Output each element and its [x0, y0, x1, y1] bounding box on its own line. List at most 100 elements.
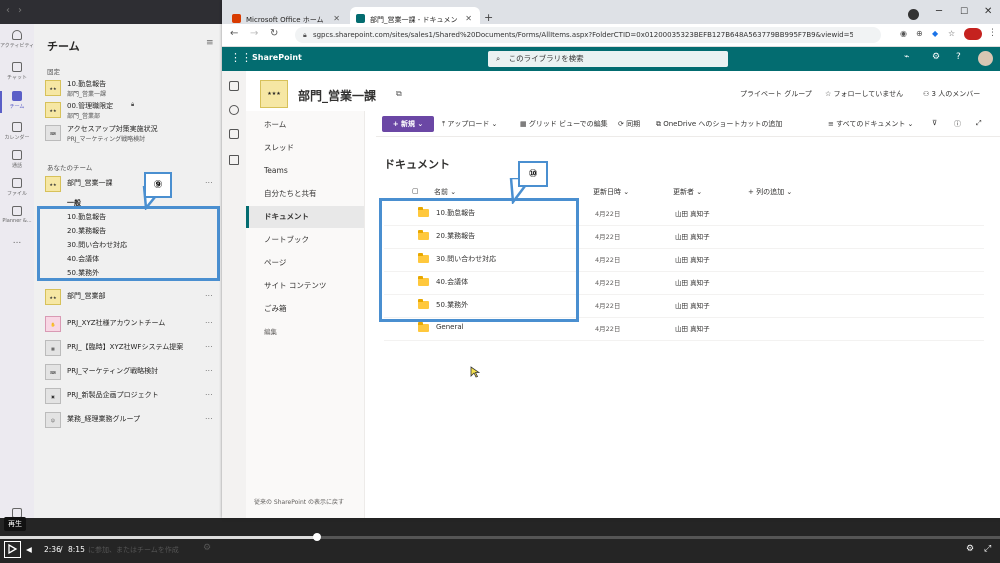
help-icon[interactable]: ?	[956, 52, 961, 62]
rail-chat[interactable]: チャット	[0, 62, 34, 81]
team-item-expanded[interactable]: ★★ 部門_営業一課 ...	[45, 174, 215, 198]
home-icon[interactable]	[229, 81, 239, 91]
forward-icon[interactable]: →	[250, 28, 258, 39]
video-player-controls	[0, 518, 1000, 563]
filter-icon[interactable]: ≡	[206, 38, 214, 48]
classic-view-link[interactable]: 従来の SharePoint の表示に戻す	[254, 497, 344, 506]
rail-more[interactable]: ...	[0, 236, 34, 246]
more-options-icon[interactable]: ...	[205, 340, 213, 349]
column-header-modified-by[interactable]: 更新者 ⌄	[673, 187, 702, 197]
filter-icon[interactable]: ⊽	[932, 119, 937, 127]
close-tab-icon[interactable]: ✕	[465, 14, 472, 23]
expand-icon[interactable]: ⤢	[976, 119, 982, 128]
menu-icon[interactable]: ⋮	[988, 28, 997, 38]
globe-icon[interactable]	[229, 105, 239, 115]
row-modified-by: 山田 真知子	[675, 279, 710, 287]
play-button[interactable]	[4, 541, 21, 558]
app-name[interactable]: SharePoint	[252, 53, 302, 62]
nav-threads[interactable]: スレッド	[246, 137, 364, 159]
app-launcher-icon[interactable]: ⋮⋮	[230, 51, 252, 64]
members-button[interactable]: ⚇ 3 人のメンバー	[923, 89, 980, 99]
view-selector[interactable]: ≡ すべてのドキュメント ⌄	[828, 119, 913, 129]
new-tab-button[interactable]: +	[484, 11, 493, 24]
extension-icon[interactable]: ◆	[932, 29, 938, 38]
nav-documents[interactable]: ドキュメント	[246, 206, 364, 228]
nav-recycle-bin[interactable]: ごみ箱	[246, 298, 364, 320]
grid-edit-button[interactable]: ▦ グリッド ビューでの編集	[520, 119, 608, 129]
rail-planner[interactable]: Planner &...	[0, 206, 34, 224]
megaphone-icon[interactable]: ⌁	[904, 52, 909, 62]
back-arrow-icon[interactable]: ‹	[6, 5, 10, 16]
maximize-icon[interactable]: ☐	[960, 7, 968, 17]
progress-knob[interactable]	[313, 533, 321, 541]
team-item[interactable]: ★★ 部門_営業部...	[45, 287, 215, 311]
bookmark-icon[interactable]: ☆	[948, 29, 955, 38]
join-or-create-team-link[interactable]: に参加、またはチームを作成	[88, 545, 179, 555]
column-header-modified[interactable]: 更新日時 ⌄	[593, 187, 629, 197]
address-bar: ← → ↻ 🔒︎ sgpcs.sharepoint.com/sites/sale…	[222, 24, 1000, 47]
pinned-item[interactable]: ★★ 00.管理職限定 部門_営業部 🔒︎	[45, 100, 215, 124]
video-progress-bar[interactable]	[0, 533, 1000, 541]
close-tab-icon[interactable]: ✕	[333, 14, 340, 23]
url-field[interactable]: 🔒︎ sgpcs.sharepoint.com/sites/sales1/Sha…	[295, 27, 881, 43]
reload-icon[interactable]: ↻	[270, 28, 278, 39]
nav-shared-with-us[interactable]: 自分たちと共有	[246, 183, 364, 205]
row-modified: 4月22日	[595, 279, 621, 287]
volume-icon[interactable]: ◀︎	[26, 545, 32, 554]
profile-badge[interactable]	[964, 28, 982, 40]
nav-site-contents[interactable]: サイト コンテンツ	[246, 275, 364, 297]
new-button[interactable]: + 新規 ⌄	[382, 116, 434, 132]
rail-calls[interactable]: 通話	[0, 150, 34, 169]
rail-calendar[interactable]: カレンダー	[0, 122, 34, 141]
search-box[interactable]: ⌕ このライブラリを検索	[488, 51, 728, 67]
more-options-icon[interactable]: ...	[205, 364, 213, 373]
nav-home[interactable]: ホーム	[246, 114, 364, 136]
nav-pages[interactable]: ページ	[246, 252, 364, 274]
avatar[interactable]	[978, 51, 993, 66]
rail-activity[interactable]: アクティビティ	[0, 30, 34, 49]
teams-link-icon[interactable]: ⧉	[396, 89, 402, 99]
nav-notebook[interactable]: ノートブック	[246, 229, 364, 251]
follow-button[interactable]: ☆ フォローしていません	[825, 89, 903, 99]
sync-button[interactable]: ⟳ 同期	[618, 119, 640, 129]
team-name: PRJ_マーケティング戦略検討	[67, 367, 159, 375]
pinned-item[interactable]: ⌨ アクセスアップ対策実施状況 PRJ_マーケティング戦略検討	[45, 123, 215, 147]
more-options-icon[interactable]: ...	[205, 289, 213, 298]
more-options-icon[interactable]: ...	[205, 412, 213, 421]
more-options-icon[interactable]: ...	[205, 176, 213, 185]
forward-arrow-icon[interactable]: ›	[18, 5, 22, 16]
row-name[interactable]: General	[436, 323, 464, 331]
team-item[interactable]: ☺ 業務_経理業務グループ...	[45, 410, 215, 434]
rail-files[interactable]: ファイル	[0, 178, 34, 197]
minimize-icon[interactable]: ─	[936, 6, 942, 17]
site-title[interactable]: 部門_営業一課	[298, 87, 376, 104]
settings-icon[interactable]: ⚙	[966, 544, 974, 554]
close-window-icon[interactable]: ✕	[984, 6, 992, 17]
camera-icon[interactable]: ◉	[900, 29, 907, 38]
team-item[interactable]: ▦ PRJ_【臨時】XYZ社WFシステム提案...	[45, 338, 215, 362]
zoom-icon[interactable]: ⊕	[916, 29, 923, 38]
info-icon[interactable]: ⓘ	[954, 119, 961, 129]
fullscreen-icon[interactable]: ⤢	[984, 544, 991, 554]
file-icon[interactable]	[229, 155, 239, 165]
gear-icon[interactable]: ⚙	[203, 543, 211, 553]
column-header-name[interactable]: 名前 ⌄	[434, 187, 456, 197]
pinned-item[interactable]: ★★ 10.勤怠報告 部門_営業一課	[45, 78, 215, 102]
more-options-icon[interactable]: ...	[205, 316, 213, 325]
mouse-cursor-icon	[470, 366, 480, 378]
rail-teams[interactable]: チーム	[0, 91, 34, 113]
team-item[interactable]: ✋ PRJ_XYZ社様アカウントチーム...	[45, 314, 215, 338]
add-column-button[interactable]: + 列の追加 ⌄	[748, 187, 792, 197]
more-options-icon[interactable]: ...	[205, 388, 213, 397]
nav-edit[interactable]: 編集	[246, 321, 364, 343]
nav-teams[interactable]: Teams	[246, 160, 364, 182]
news-icon[interactable]	[229, 129, 239, 139]
gear-icon[interactable]: ⚙	[932, 52, 940, 62]
tab-search-icon[interactable]	[908, 9, 919, 20]
onedrive-shortcut-button[interactable]: ⧉ OneDrive へのショートカットの追加	[656, 119, 782, 129]
upload-button[interactable]: ⤒ アップロード ⌄	[442, 119, 497, 129]
pinned-sub: 部門_営業部	[67, 113, 101, 120]
team-item[interactable]: ▣ PRJ_新製品企画プロジェクト...	[45, 386, 215, 410]
team-item[interactable]: ⌨ PRJ_マーケティング戦略検討...	[45, 362, 215, 386]
back-icon[interactable]: ←	[230, 28, 238, 39]
